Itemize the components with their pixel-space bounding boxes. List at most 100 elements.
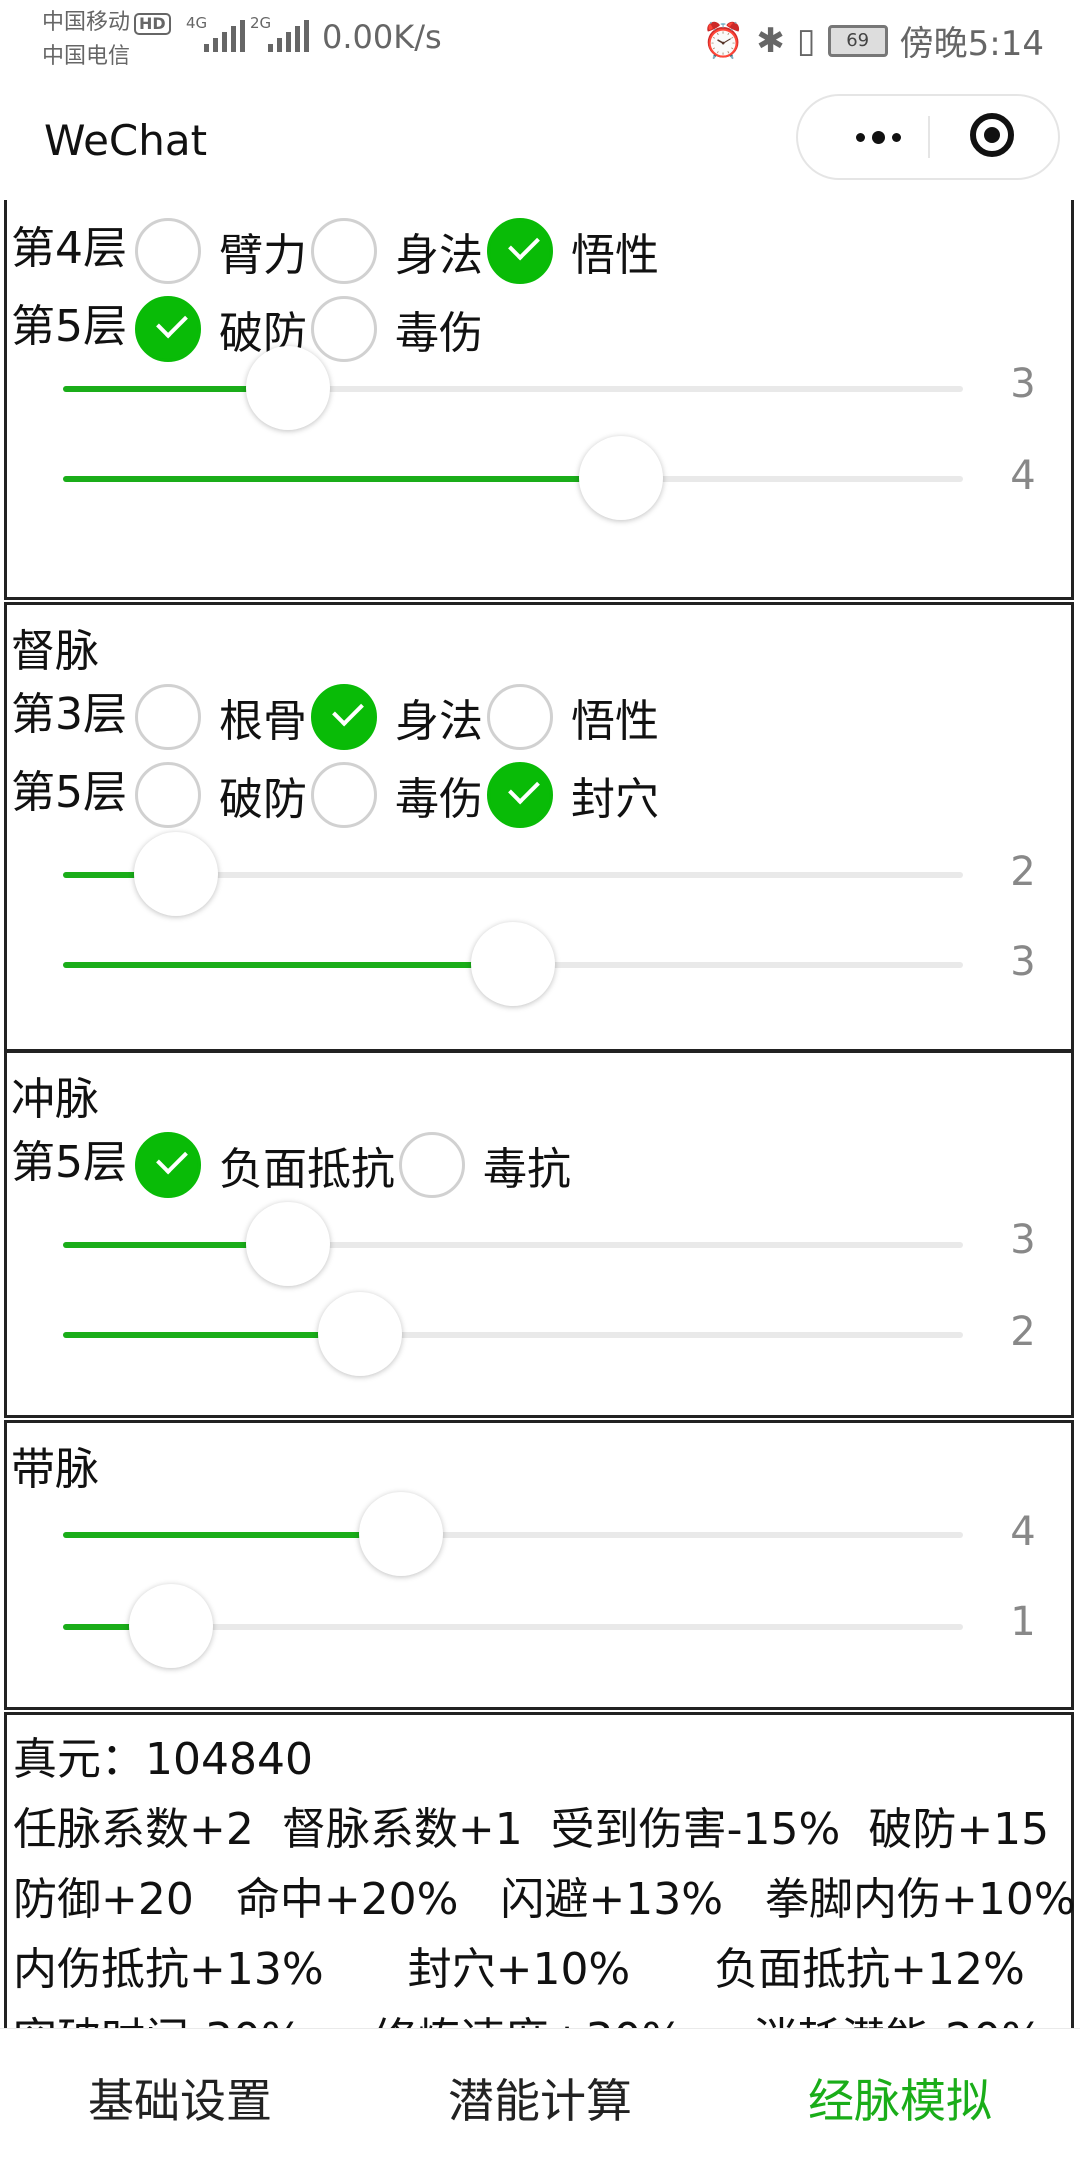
summary-line: 内伤抵抗+13% 封穴+10% 负面抵抗+12% (13, 1944, 1025, 1995)
option-label: 身法 (395, 230, 483, 281)
option-label: 毒伤 (395, 774, 483, 825)
slider-value: 2 (1010, 1309, 1036, 1355)
more-icon[interactable] (832, 96, 924, 178)
option-label: 悟性 (571, 696, 659, 747)
layer-row: 第4层 臂力 身法 悟性 (11, 216, 663, 286)
clock: 傍晚5:14 (899, 24, 1044, 64)
checkbox[interactable] (311, 762, 377, 828)
close-miniprogram-icon[interactable] (970, 113, 1014, 157)
tab-meridian-sim[interactable]: 经脉模拟 (750, 2065, 1050, 2131)
status-bar: 中国移动 HD 中国电信 4G 2G 0.00K/s ⏰ ✱ ▯ 69 傍晚5:1… (0, 0, 1080, 80)
option-label: 封穴 (571, 774, 659, 825)
option-label: 臂力 (219, 230, 307, 281)
layer-label: 第5层 (11, 767, 127, 818)
title-bar: WeChat (0, 80, 1080, 200)
option-label: 破防 (219, 774, 307, 825)
checkbox-checked[interactable] (487, 218, 553, 284)
layer-row: 第5层 负面抵抗 毒抗 (11, 1130, 575, 1200)
option-shenfa[interactable]: 身法 (311, 684, 487, 750)
hd-icon: HD (134, 13, 171, 35)
section-renmai: 任脉 第4层 臂力 身法 悟性 第5层 破防 毒伤 3 4 (4, 200, 1074, 600)
slider-handle[interactable] (318, 1292, 402, 1376)
slider-handle[interactable] (133, 832, 218, 916)
slider-value: 4 (1010, 453, 1036, 499)
summary-line: 防御+20 命中+20% 闪避+13% 拳脚内伤+10% (13, 1874, 1076, 1925)
signal-icon (200, 18, 250, 52)
option-label: 身法 (395, 696, 483, 747)
checkbox[interactable] (135, 684, 201, 750)
slider-value: 3 (1010, 361, 1036, 407)
section-title: 带脉 (11, 1444, 99, 1495)
checkbox[interactable] (311, 218, 377, 284)
carrier-2: 中国电信 (42, 44, 131, 69)
slider-handle[interactable] (246, 1202, 330, 1286)
zhenyuan-total: 真元：104840 (13, 1734, 313, 1785)
slider[interactable] (63, 433, 963, 523)
slider[interactable] (63, 1199, 963, 1289)
tab-basic-settings[interactable]: 基础设置 (30, 2065, 330, 2131)
slider-handle[interactable] (246, 346, 330, 430)
option-label: 悟性 (571, 230, 659, 281)
content-area[interactable]: 任脉 第4层 臂力 身法 悟性 第5层 破防 毒伤 3 4 督脉 第3层 (0, 200, 1080, 2028)
slider[interactable] (63, 1289, 963, 1379)
option-dushang[interactable]: 毒伤 (311, 762, 487, 828)
slider-fill (63, 1332, 360, 1338)
network-speed: 0.00K/s (322, 18, 442, 56)
option-pofang[interactable]: 破防 (135, 762, 311, 828)
slider[interactable] (63, 1581, 963, 1671)
signal-icon-2 (264, 18, 314, 52)
tab-potential-calc[interactable]: 潜能计算 (390, 2065, 690, 2131)
section-title: 冲脉 (11, 1074, 99, 1125)
alarm-icon: ⏰ (702, 20, 745, 61)
layer-label: 第3层 (11, 689, 127, 740)
checkbox[interactable] (135, 218, 201, 284)
tab-bar: 基础设置 潜能计算 经脉模拟 (0, 2028, 1080, 2161)
slider-handle[interactable] (358, 1492, 443, 1576)
battery-icon: 69 (827, 24, 888, 57)
carrier-1: 中国移动 (42, 10, 131, 35)
option-bili[interactable]: 臂力 (135, 218, 311, 284)
option-label: 负面抵抗 (219, 1144, 395, 1195)
miniprogram-capsule (796, 94, 1060, 180)
layer-label: 第5层 (11, 1137, 127, 1188)
layer-row: 第3层 根骨 身法 悟性 (11, 682, 663, 752)
checkbox[interactable] (399, 1132, 465, 1198)
option-shenfa[interactable]: 身法 (311, 218, 487, 284)
checkbox-checked[interactable] (135, 1132, 201, 1198)
slider-value: 3 (1010, 1217, 1036, 1263)
slider-handle[interactable] (129, 1584, 213, 1668)
slider-value: 2 (1010, 849, 1036, 895)
checkbox-checked[interactable] (311, 684, 377, 750)
checkbox-checked[interactable] (487, 762, 553, 828)
summary-line: 突破时间-30% 修炼速度+30% 消耗潜能-20% (13, 2003, 1043, 2028)
slider[interactable] (63, 829, 963, 919)
slider-handle[interactable] (579, 436, 663, 520)
option-dukang[interactable]: 毒抗 (399, 1132, 575, 1198)
slider[interactable] (63, 343, 963, 433)
option-label: 根骨 (219, 696, 307, 747)
summary-panel: 真元：104840 任脉系数+2 督脉系数+1 受到伤害-15% 破防+15 防… (4, 1712, 1076, 2028)
section-chongmai: 冲脉 第5层 负面抵抗 毒抗 3 2 (4, 1050, 1074, 1418)
summary-line: 任脉系数+2 督脉系数+1 受到伤害-15% 破防+15 (13, 1804, 1050, 1855)
vibrate-icon: ▯ (796, 20, 816, 61)
section-title: 督脉 (11, 626, 99, 677)
option-fengxue[interactable]: 封穴 (487, 762, 663, 828)
slider-handle[interactable] (471, 922, 555, 1006)
layer-row: 第5层 破防 毒伤 封穴 (11, 760, 663, 830)
checkbox[interactable] (487, 684, 553, 750)
option-wuxing[interactable]: 悟性 (487, 684, 663, 750)
option-wuxing[interactable]: 悟性 (487, 218, 663, 284)
slider[interactable] (63, 919, 963, 1009)
bluetooth-icon: ✱ (756, 20, 785, 61)
checkbox[interactable] (135, 762, 201, 828)
capsule-divider (928, 116, 930, 158)
slider[interactable] (63, 1489, 963, 1579)
page-title: WeChat (44, 116, 208, 165)
status-right: ⏰ ✱ ▯ 69 傍晚5:14 (702, 16, 1044, 65)
slider-fill (63, 476, 621, 482)
option-fumian-dikang[interactable]: 负面抵抗 (135, 1132, 399, 1198)
slider-value: 1 (1010, 1599, 1036, 1645)
section-daimai: 带脉 4 1 (4, 1420, 1074, 1710)
option-gengu[interactable]: 根骨 (135, 684, 311, 750)
section-dumai: 督脉 第3层 根骨 身法 悟性 第5层 破防 毒伤 封穴 2 3 (4, 602, 1074, 1052)
